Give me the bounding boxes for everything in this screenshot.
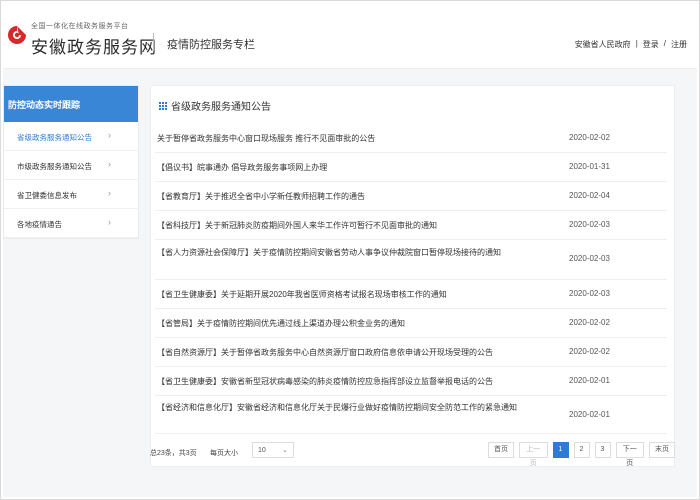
- chevron-right-icon: ›: [108, 188, 111, 198]
- page-button-1[interactable]: 1: [552, 442, 569, 458]
- notice-row[interactable]: 【省自然资源厅】关于暂停省政务服务中心自然资源厅窗口政府信息依申请公开现场受理的…: [155, 338, 667, 367]
- column-title: 疫情防控服务专栏: [167, 39, 255, 51]
- sidebar-item-label: 市级政务服务通知公告: [17, 162, 92, 171]
- notice-date: 2020-02-02: [569, 133, 610, 142]
- notice-title[interactable]: 关于暂停省政务服务中心窗口现场服务 推行不见面审批的公告: [157, 132, 562, 145]
- notice-date: 2020-02-04: [569, 191, 610, 200]
- sidebar-item-label: 省级政务服务通知公告: [17, 133, 92, 142]
- notice-date: 2020-02-03: [569, 254, 610, 263]
- sidebar: 防控动态实时跟踪 省级政务服务通知公告 › 市级政务服务通知公告 › 省卫健委信…: [3, 85, 139, 239]
- header-divider: [153, 33, 154, 51]
- prev-page-button[interactable]: 上一页: [519, 442, 548, 467]
- site-header: 全国一体化在线政务服务平台 安徽政务服务网 疫情防控服务专栏 安徽省人民政府 |…: [3, 3, 697, 69]
- sidebar-item-local-bulletins[interactable]: 各地疫情通告 ›: [4, 209, 138, 238]
- gov-link[interactable]: 安徽省人民政府: [575, 39, 631, 50]
- notice-row[interactable]: 【倡议书】皖事通办 倡导政务服务事项网上办理 2020-01-31: [155, 153, 667, 182]
- site-logo-icon[interactable]: [7, 25, 27, 45]
- notice-title[interactable]: 【省科技厅】关于新冠肺炎防疫期间外国人来华工作许可暂行不见面审批的通知: [157, 219, 562, 232]
- panel-title-text: 省级政务服务通知公告: [171, 102, 271, 113]
- notice-title[interactable]: 【省卫生健康委】安徽省新型冠状病毒感染的肺炎疫情防控应急指挥部设立监督举报电话的…: [157, 375, 562, 388]
- page-size-label: 每页大小: [210, 450, 238, 457]
- notice-date: 2020-02-03: [569, 289, 610, 298]
- notice-row[interactable]: 【省教育厅】关于推迟全省中小学新任教师招聘工作的通告 2020-02-04: [155, 182, 667, 211]
- sidebar-item-city-notices[interactable]: 市级政务服务通知公告 ›: [4, 151, 138, 180]
- notice-title[interactable]: 【倡议书】皖事通办 倡导政务服务事项网上办理: [157, 161, 562, 174]
- chevron-right-icon: ›: [108, 159, 111, 169]
- total-count: 总23条，共3页: [150, 450, 197, 457]
- last-page-button[interactable]: 末页: [649, 442, 675, 458]
- notice-row[interactable]: 【省经济和信息化厅】安徽省经济和信息化厅关于民爆行业做好疫情防控期间安全防范工作…: [155, 396, 667, 434]
- chevron-right-icon: ›: [108, 217, 111, 227]
- first-page-button[interactable]: 首页: [488, 442, 514, 458]
- notice-date: 2020-02-03: [569, 220, 610, 229]
- sidebar-item-health-commission[interactable]: 省卫健委信息发布 ›: [4, 180, 138, 209]
- platform-subtitle: 全国一体化在线政务服务平台: [31, 23, 129, 30]
- notice-row[interactable]: 关于暂停省政务服务中心窗口现场服务 推行不见面审批的公告 2020-02-02: [155, 124, 667, 153]
- notice-row[interactable]: 【省卫生健康委】安徽省新型冠状病毒感染的肺炎疫情防控应急指挥部设立监督举报电话的…: [155, 367, 667, 396]
- pagination-bar: 总23条，共3页 每页大小 10 ⌄ 首页 上一页 1 2 3 下一页 末页: [150, 442, 675, 467]
- notice-row[interactable]: 【省管局】关于疫情防控期间优先通过线上渠道办理公积金业务的通知 2020-02-…: [155, 309, 667, 338]
- notice-title[interactable]: 【省自然资源厅】关于暂停省政务服务中心自然资源厅窗口政府信息依申请公开现场受理的…: [157, 346, 562, 359]
- panel-title: 省级政务服务通知公告: [159, 98, 271, 113]
- sidebar-item-label: 各地疫情通告: [17, 220, 62, 229]
- notice-title[interactable]: 【省管局】关于疫情防控期间优先通过线上渠道办理公积金业务的通知: [157, 317, 562, 330]
- chevron-right-icon: ›: [108, 130, 111, 140]
- notice-date: 2020-02-01: [569, 376, 610, 385]
- notice-list: 关于暂停省政务服务中心窗口现场服务 推行不见面审批的公告 2020-02-02 …: [155, 124, 667, 434]
- sidebar-heading: 防控动态实时跟踪: [4, 86, 138, 122]
- next-page-button[interactable]: 下一页: [615, 442, 644, 467]
- page-button-2[interactable]: 2: [573, 442, 590, 458]
- sidebar-item-provincial-notices[interactable]: 省级政务服务通知公告 ›: [4, 122, 138, 151]
- notice-row[interactable]: 【省人力资源社会保障厅】关于疫情防控期间安徽省劳动人事争议仲裁院窗口暂停现场接待…: [155, 240, 667, 280]
- notice-title[interactable]: 【省人力资源社会保障厅】关于疫情防控期间安徽省劳动人事争议仲裁院窗口暂停现场接待…: [157, 246, 562, 259]
- login-link[interactable]: 登录: [643, 39, 659, 50]
- sidebar-item-label: 省卫健委信息发布: [17, 191, 77, 200]
- page-size-select[interactable]: 10 ⌄: [252, 442, 294, 458]
- notice-date: 2020-02-02: [569, 318, 610, 327]
- notice-panel: 省级政务服务通知公告 关于暂停省政务服务中心窗口现场服务 推行不见面审批的公告 …: [150, 85, 675, 467]
- notice-date: 2020-02-02: [569, 347, 610, 356]
- link-separator: |: [635, 39, 638, 48]
- pager: 首页 上一页 1 2 3 下一页 末页: [488, 442, 675, 467]
- notice-date: 2020-01-31: [569, 162, 610, 171]
- notice-title[interactable]: 【省经济和信息化厅】安徽省经济和信息化厅关于民爆行业做好疫情防控期间安全防范工作…: [157, 401, 562, 414]
- register-link[interactable]: 注册: [671, 39, 687, 50]
- notice-row[interactable]: 【省科技厅】关于新冠肺炎防疫期间外国人来华工作许可暂行不见面审批的通知 2020…: [155, 211, 667, 240]
- notice-title[interactable]: 【省教育厅】关于推迟全省中小学新任教师招聘工作的通告: [157, 190, 562, 203]
- slash-separator: /: [663, 39, 666, 48]
- page-button-3[interactable]: 3: [594, 442, 611, 458]
- notice-date: 2020-02-01: [569, 410, 610, 419]
- page-size-value: 10: [258, 447, 266, 454]
- site-name[interactable]: 安徽政务服务网: [31, 33, 157, 58]
- notice-row[interactable]: 【省卫生健康委】关于延期开展2020年我省医师资格考试报名现场审核工作的通知 2…: [155, 280, 667, 309]
- header-links: 安徽省人民政府 | 登录 / 注册: [575, 39, 687, 50]
- notice-title[interactable]: 【省卫生健康委】关于延期开展2020年我省医师资格考试报名现场审核工作的通知: [157, 288, 562, 301]
- browser-frame: 全国一体化在线政务服务平台 安徽政务服务网 疫情防控服务专栏 安徽省人民政府 |…: [0, 0, 700, 500]
- chevron-down-icon: ⌄: [282, 447, 288, 454]
- grid-icon: [159, 101, 167, 110]
